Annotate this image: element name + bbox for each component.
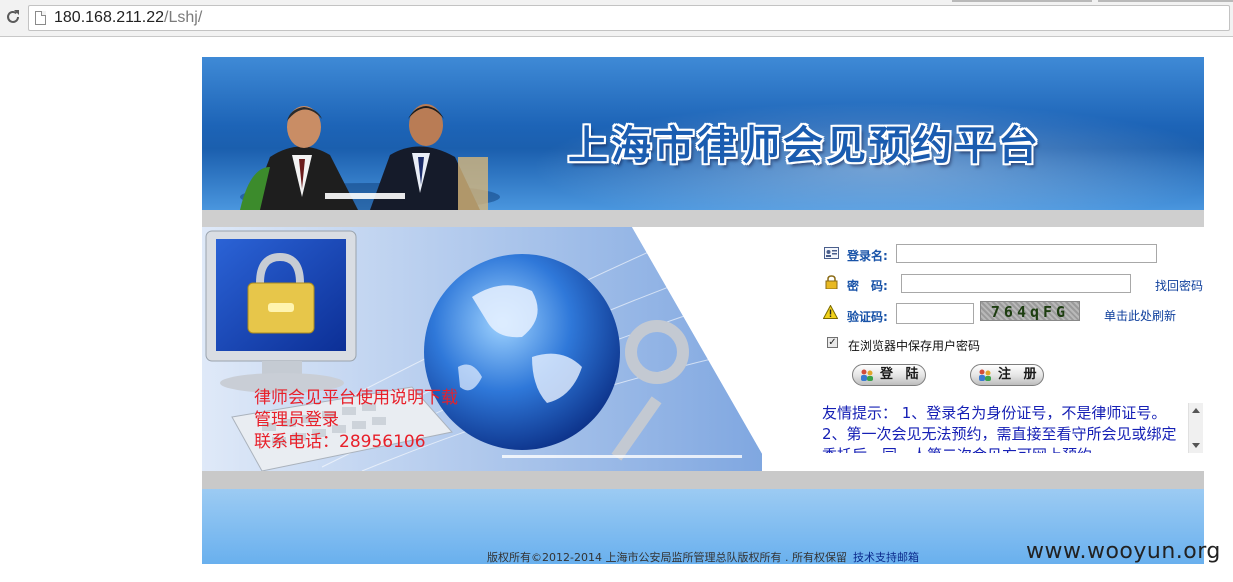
scroll-up-icon[interactable]	[1192, 408, 1200, 413]
remember-password-label: 在浏览器中保存用户密码	[848, 339, 981, 353]
tab-hint	[1098, 0, 1233, 2]
refresh-captcha-link[interactable]: 单击此处刷新	[1104, 307, 1176, 324]
watermark: www.wooyun.org	[1026, 539, 1221, 564]
register-button-label: 注 册	[998, 367, 1041, 382]
lock-icon	[825, 275, 838, 289]
contact-phone: 联系电话：28956106	[254, 432, 426, 452]
login-button[interactable]: 登 陆	[852, 364, 926, 386]
page-icon	[35, 11, 46, 25]
manual-download-link[interactable]: 律师会见平台使用说明下载	[254, 387, 458, 409]
copyright-text: 版权所有©2012-2014 上海市公安局监所管理总队版权所有 . 所有权保留	[487, 551, 847, 564]
login-users-icon	[861, 369, 873, 381]
register-button[interactable]: 注 册	[970, 364, 1044, 386]
login-button-label: 登 陆	[880, 367, 923, 382]
captcha-input[interactable]	[896, 303, 974, 324]
register-users-icon	[979, 369, 991, 381]
url-text: 180.168.211.22/Lshj/	[54, 9, 203, 26]
remember-password-checkbox[interactable]: ✓	[827, 337, 838, 348]
admin-login-link[interactable]: 管理员登录	[254, 409, 458, 431]
browser-address-bar: 180.168.211.22/Lshj/	[0, 0, 1233, 37]
scroll-down-icon[interactable]	[1192, 443, 1200, 448]
username-input[interactable]	[896, 244, 1157, 263]
captcha-label: 验证码:	[847, 310, 888, 324]
lawyers-photo	[240, 104, 500, 210]
tab-hint	[952, 0, 1092, 2]
page-title: 上海市律师会见预约平台	[568, 123, 1041, 169]
password-label: 密 码:	[847, 279, 888, 293]
tips-scrollbar[interactable]	[1188, 403, 1203, 453]
password-input[interactable]	[901, 274, 1131, 293]
warning-icon	[823, 305, 838, 319]
reload-icon[interactable]	[4, 8, 22, 26]
forgot-password-link[interactable]: 找回密码	[1155, 277, 1203, 294]
divider-strip	[202, 210, 1204, 227]
url-input[interactable]: 180.168.211.22/Lshj/	[28, 5, 1230, 31]
login-page: 上海市律师会见预约平台 律师会见平台使用说明下载 管理员登录 联系电话：2895…	[202, 57, 1204, 564]
captcha-image[interactable]: 764qFG	[980, 301, 1080, 321]
tips-textarea[interactable]: 友情提示： 1、登录名为身份证号，不是律师证号。 2、第一次会见无法预约，需直接…	[822, 403, 1186, 453]
divider-strip	[202, 471, 1204, 489]
user-card-icon	[824, 247, 839, 259]
username-label: 登录名:	[847, 249, 888, 263]
support-email-link[interactable]: 技术支持邮箱	[853, 551, 919, 564]
info-links: 律师会见平台使用说明下载 管理员登录 联系电话：28956106	[254, 387, 458, 453]
header-banner: 上海市律师会见预约平台	[202, 57, 1204, 210]
